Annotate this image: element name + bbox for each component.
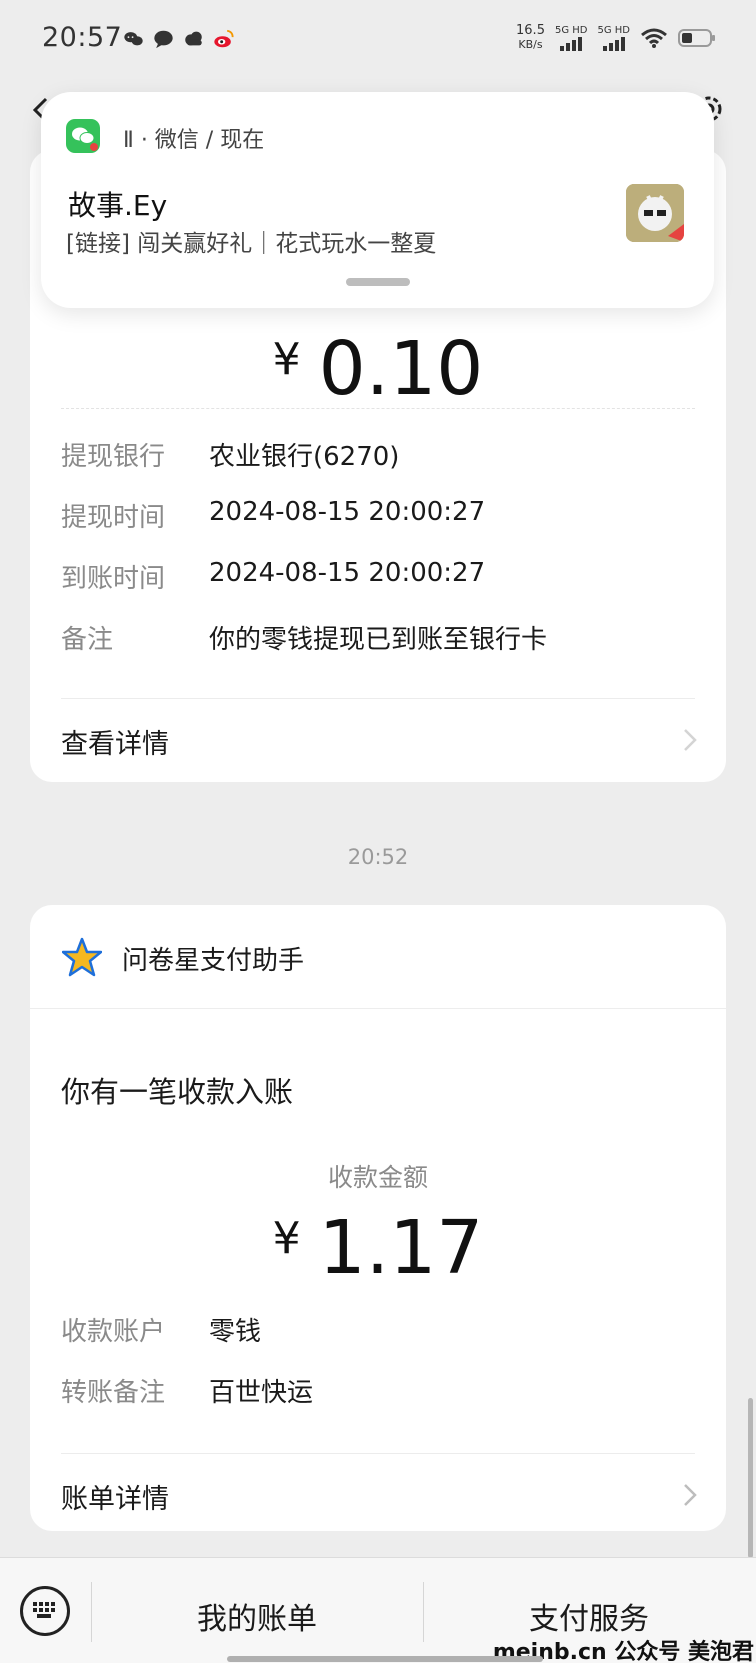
bank-label: 提现银行 xyxy=(61,442,166,472)
chevron-right-icon xyxy=(684,729,697,751)
notification-app-line: Ⅱ · 微信 / 现在 xyxy=(123,128,265,153)
net-speed-value: 16.5 xyxy=(516,23,545,38)
amount-value: 0.10 xyxy=(318,326,484,412)
chevron-right-icon xyxy=(684,1484,697,1506)
transfer-note-label: 转账备注 xyxy=(61,1378,166,1408)
transfer-note-value: 百世快运 xyxy=(209,1378,314,1408)
wechat-icon xyxy=(66,119,100,153)
net-speed-unit: KB/s xyxy=(518,38,543,51)
signal-bars-icon xyxy=(602,37,625,51)
bill-details-row[interactable]: 账单详情 xyxy=(30,1455,726,1535)
dashed-divider xyxy=(61,408,695,409)
withdraw-time-value: 2024-08-15 20:00:27 xyxy=(209,497,486,527)
my-bills-tab[interactable]: 我的账单 xyxy=(92,1594,422,1638)
bill-details-label: 账单详情 xyxy=(61,1484,169,1515)
notification-body: [链接] 闯关赢好礼｜花式玩水一整夏 xyxy=(66,231,437,257)
keyboard-toggle-button[interactable] xyxy=(20,1586,70,1636)
receipt-title: 你有一笔收款入账 xyxy=(61,1075,294,1109)
keyboard-icon xyxy=(33,1602,55,1618)
arrival-time-value: 2024-08-15 20:00:27 xyxy=(209,558,486,588)
divider xyxy=(61,698,695,699)
sim2-label: 5G HD xyxy=(597,25,630,36)
account-label: 收款账户 xyxy=(61,1317,166,1347)
star-icon xyxy=(62,937,102,977)
notification-drag-handle[interactable] xyxy=(346,278,410,286)
bottom-menu-bar: 我的账单 支付服务 meinb.cn 公众号 美泡君 xyxy=(0,1557,756,1663)
cloud-icon xyxy=(185,31,202,46)
battery-icon xyxy=(678,29,715,47)
withdrawal-amount: ¥0.10 xyxy=(30,326,726,412)
notification-title: 故事.Ey xyxy=(68,189,168,222)
wechat-notification[interactable]: Ⅱ · 微信 / 现在 故事.Ey [链接] 闯关赢好礼｜花式玩水一整夏 xyxy=(41,92,714,308)
chat-bubbles-icon xyxy=(124,32,143,46)
arrival-time-label: 到账时间 xyxy=(61,564,166,594)
network-speed: 16.5 KB/s xyxy=(516,24,545,52)
assistant-name: 问卷星支付助手 xyxy=(122,946,305,976)
scrollbar[interactable] xyxy=(748,1398,753,1558)
receipt-card: 问卷星支付助手 你有一笔收款入账 收款金额 ¥1.17 收款账户 零钱 转账备注… xyxy=(30,905,726,1531)
account-value: 零钱 xyxy=(209,1317,262,1347)
note-label: 备注 xyxy=(61,625,114,655)
message-time: 20:52 xyxy=(347,845,409,869)
currency-symbol: ¥ xyxy=(272,1213,301,1264)
note-value: 你的零钱提现已到账至银行卡 xyxy=(209,625,548,655)
sim2-signal: 5G HD xyxy=(597,25,630,51)
sim1-label: 5G HD xyxy=(554,25,588,36)
notification-thumbnail xyxy=(626,184,684,242)
sim1-signal: 5G HD xyxy=(554,25,588,51)
status-time: 20:57 xyxy=(42,22,123,53)
signal-bars-icon xyxy=(560,37,583,51)
currency-symbol: ¥ xyxy=(272,334,301,385)
assistant-header[interactable]: 问卷星支付助手 xyxy=(30,905,726,1009)
view-details-label: 查看详情 xyxy=(61,729,169,760)
wifi-icon xyxy=(641,28,667,48)
status-bar: 20:57 16.5 KB/s 5G HD 5G HD xyxy=(0,0,756,80)
weibo-icon xyxy=(214,29,234,48)
status-right: 16.5 KB/s 5G HD 5G HD xyxy=(516,24,716,52)
notification-icons xyxy=(122,28,235,50)
withdraw-time-label: 提现时间 xyxy=(61,503,166,533)
home-indicator[interactable] xyxy=(227,1656,543,1662)
receipt-amount-label: 收款金额 xyxy=(327,1163,428,1192)
divider xyxy=(61,1453,695,1454)
view-details-row[interactable]: 查看详情 xyxy=(30,700,726,780)
chat-icon xyxy=(154,30,173,49)
amount-value: 1.17 xyxy=(318,1205,484,1291)
pay-services-tab[interactable]: 支付服务 xyxy=(424,1594,754,1638)
bank-value: 农业银行(6270) xyxy=(209,442,400,472)
receipt-amount: ¥1.17 xyxy=(30,1205,726,1291)
